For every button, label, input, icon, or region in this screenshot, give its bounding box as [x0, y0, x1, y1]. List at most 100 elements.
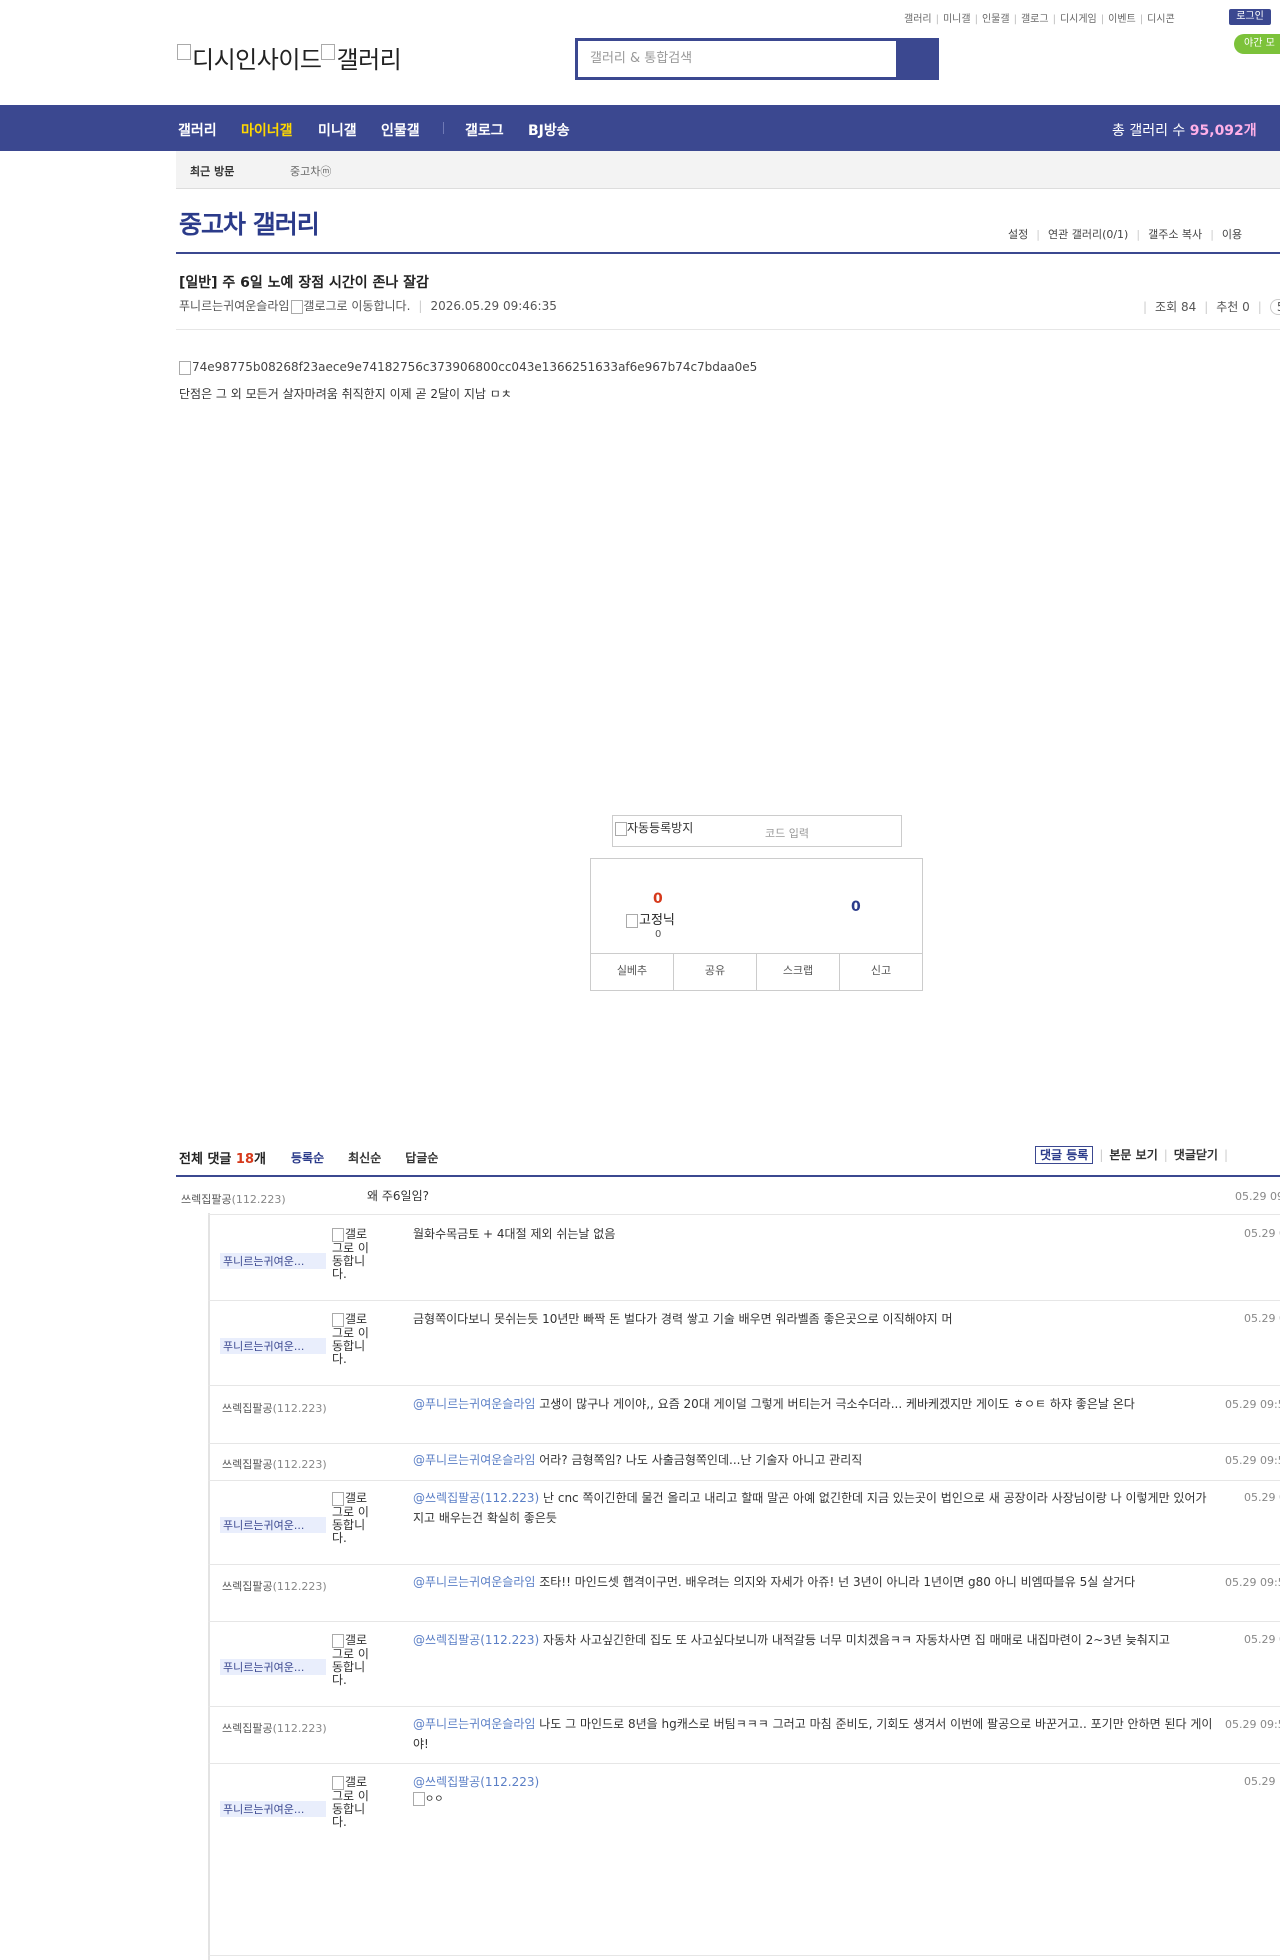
comment-author[interactable]: 푸니르는귀여운...: [220, 1253, 326, 1269]
post-author[interactable]: 푸니르는귀여운슬라임: [179, 299, 289, 313]
gallog-link[interactable]: 갤로그로 이동합니다.: [303, 299, 410, 313]
recent-visit-bar: 최근 방문 중고차ⓜ: [176, 151, 1280, 189]
comment-separator: [208, 1214, 1280, 1215]
comment-text: @푸니르는귀여운슬라임 나도 그 마인드로 8년을 hg캐스로 버팀ㅋㅋㅋ 그러…: [413, 1717, 1213, 1751]
main-nav: 갤러리 마이너갤 미니갤 인물갤 갤로그 BJ방송 총 갤러리 수 95,092…: [0, 105, 1280, 151]
gallog-link[interactable]: 갤로그로 이동합니다.: [332, 1492, 372, 1545]
top-links: 갤러리 | 미니갤 | 인물갤 | 갤로그 | 디시게임 | 이벤트 | 디시콘: [904, 14, 1175, 25]
fixed-nick-recommend[interactable]: 고정닉: [626, 909, 675, 928]
dccon-image[interactable]: ㅇㅇ: [413, 1790, 443, 1810]
comment-text: @쓰렉집팔공(112.223): [413, 1772, 539, 1792]
comment-author[interactable]: 쓰렉집팔공(112.223): [222, 1456, 327, 1472]
sort-replies[interactable]: 답글순: [405, 1151, 438, 1165]
share-button[interactable]: 공유: [673, 954, 756, 990]
recommend-count: 추천 0: [1216, 300, 1250, 314]
top-link-gallog[interactable]: 갤로그: [1021, 14, 1049, 25]
comment-text: @푸니르는귀여운슬라임 조타!! 마인드셋 햅격이구먼. 배우려는 의지와 자세…: [413, 1575, 1136, 1589]
site-logo[interactable]: 디시인사이드 갤러리: [177, 40, 402, 75]
comment-mention[interactable]: @푸니르는귀여운슬라임: [413, 1397, 535, 1411]
comment-count-pill[interactable]: 5: [1269, 299, 1280, 315]
comment-separator: [208, 1443, 1280, 1444]
top-link-dcgame[interactable]: 디시게임: [1060, 14, 1097, 25]
nav-bj-broadcast[interactable]: BJ방송: [528, 120, 570, 140]
recommend-box: 0 고정닉 0 0 실베추 공유 스크랩 신고: [590, 858, 923, 991]
comment-mention[interactable]: @푸니르는귀여운슬라임: [413, 1453, 535, 1467]
post-title: [일반] 주 6일 노예 장점 시간이 존나 잘감: [179, 275, 429, 291]
nav-mini-gallery[interactable]: 미니갤: [318, 120, 357, 140]
recent-visit-label[interactable]: 최근 방문: [190, 163, 234, 179]
top-link-event[interactable]: 이벤트: [1108, 14, 1136, 25]
comment-author[interactable]: 푸니르는귀여운...: [220, 1801, 326, 1817]
gallog-link[interactable]: 갤로그로 이동합니다.: [332, 1634, 372, 1687]
sort-registered[interactable]: 등록순: [291, 1151, 324, 1165]
view-count: 조회 84: [1155, 300, 1197, 314]
night-mode-toggle[interactable]: 야간 모: [1234, 34, 1280, 54]
comment-divider: [176, 1175, 1280, 1177]
comment-author[interactable]: 쓰렉집팔공(112.223): [181, 1191, 286, 1207]
comment-sort-tabs: 등록순 최신순 답글순: [291, 1149, 462, 1166]
login-button[interactable]: 로그인: [1229, 9, 1271, 25]
gallog-icon[interactable]: [291, 299, 304, 314]
comment-mention[interactable]: @푸니르는귀여운슬라임: [413, 1575, 535, 1589]
top-link-dccon[interactable]: 디시콘: [1147, 14, 1175, 25]
nav-person-gallery[interactable]: 인물갤: [381, 120, 420, 140]
downvote-count[interactable]: 0: [851, 899, 861, 915]
comment-author[interactable]: 푸니르는귀여운...: [220, 1517, 326, 1533]
comment-author[interactable]: 쓰렉집팔공(112.223): [222, 1578, 327, 1594]
top-link-gallery[interactable]: 갤러리: [904, 14, 932, 25]
comment-mention[interactable]: @쓰렉집팔공(112.223): [413, 1633, 539, 1647]
nav-minor-gallery[interactable]: 마이너갤: [241, 120, 293, 140]
title-divider: [176, 252, 1280, 254]
comment-mention[interactable]: @푸니르는귀여운슬라임: [413, 1717, 535, 1731]
gallog-link[interactable]: 갤로그로 이동합니다.: [332, 1228, 372, 1281]
comment-text: @푸니르는귀여운슬라임 고생이 많구나 게이야,, 요즘 20대 게이덜 그렇게…: [413, 1397, 1135, 1411]
comment-separator: [208, 1955, 1280, 1956]
copy-address-link[interactable]: 갤주소 복사: [1148, 228, 1202, 241]
usage-link[interactable]: 이용: [1222, 228, 1242, 241]
comment-separator: [208, 1564, 1280, 1565]
comment-register-button[interactable]: 댓글 등록: [1035, 1146, 1094, 1164]
search-button[interactable]: [896, 41, 936, 77]
post-meta: 푸니르는귀여운슬라임 갤로그로 이동합니다. | 2026.05.29 09:46:3…: [179, 299, 557, 314]
comment-text: 왜 주6일임?: [367, 1189, 429, 1203]
search-input[interactable]: 갤러리 & 통합검색: [578, 41, 896, 77]
comment-separator: [208, 1706, 1280, 1707]
broken-image-icon: [332, 1492, 344, 1506]
comment-actions: 댓글 등록 | 본문 보기 | 댓글닫기 |: [1035, 1146, 1234, 1164]
view-body-button[interactable]: 본문 보기: [1109, 1148, 1157, 1162]
gallog-link[interactable]: 갤로그로 이동합니다.: [332, 1776, 372, 1829]
nav-gallery[interactable]: 갤러리: [178, 120, 217, 140]
gallog-link[interactable]: 갤로그로 이동합니다.: [332, 1313, 372, 1366]
sort-latest[interactable]: 최신순: [348, 1151, 381, 1165]
search-box: 갤러리 & 통합검색: [575, 38, 939, 80]
settings-link[interactable]: 설정: [1008, 228, 1028, 241]
post-image[interactable]: 74e98775b08268f23aece9e74182756c37390680…: [179, 360, 757, 375]
post-date: 2026.05.29 09:46:35: [430, 299, 557, 313]
broken-image-icon: [626, 913, 638, 928]
captcha-code-input[interactable]: 코드 입력: [765, 825, 809, 841]
fixed-nick-count: 0: [655, 929, 662, 940]
gallery-title[interactable]: 중고차 갤러리: [179, 205, 320, 241]
comment-author[interactable]: 푸니르는귀여운...: [220, 1659, 326, 1675]
comment-author[interactable]: 푸니르는귀여운...: [220, 1338, 326, 1354]
recent-visit-item[interactable]: 중고차ⓜ: [290, 163, 331, 179]
best-recommend-button[interactable]: 실베추: [591, 954, 673, 990]
nav-gallog[interactable]: 갤로그: [465, 120, 504, 140]
post-stats: |조회 84|추천 0|5: [1135, 298, 1280, 315]
top-link-minigall[interactable]: 미니갤: [943, 14, 971, 25]
comment-date: 05.29 09:5: [1225, 1576, 1280, 1589]
report-button[interactable]: 신고: [839, 954, 922, 990]
logo-text: 디시인사이드: [192, 46, 322, 74]
comment-date: 05.29 0: [1244, 1227, 1280, 1240]
comment-author[interactable]: 쓰렉집팔공(112.223): [222, 1400, 327, 1416]
comment-author[interactable]: 쓰렉집팔공(112.223): [222, 1720, 327, 1736]
logo-gallery-text: 갤러리: [336, 46, 402, 74]
related-gallery-link[interactable]: 연관 갤러리(0/1): [1048, 228, 1128, 241]
upvote-count[interactable]: 0: [653, 891, 663, 907]
top-link-person[interactable]: 인물갤: [982, 14, 1010, 25]
comment-mention[interactable]: @쓰렉집팔공(112.223): [413, 1491, 539, 1505]
comment-mention[interactable]: @쓰렉집팔공(112.223): [413, 1775, 539, 1789]
scrap-button[interactable]: 스크랩: [756, 954, 839, 990]
gallery-options: 설정 | 연관 갤러리(0/1) | 갤주소 복사 | 이용: [1008, 228, 1243, 241]
close-comments-button[interactable]: 댓글닫기: [1174, 1148, 1218, 1162]
